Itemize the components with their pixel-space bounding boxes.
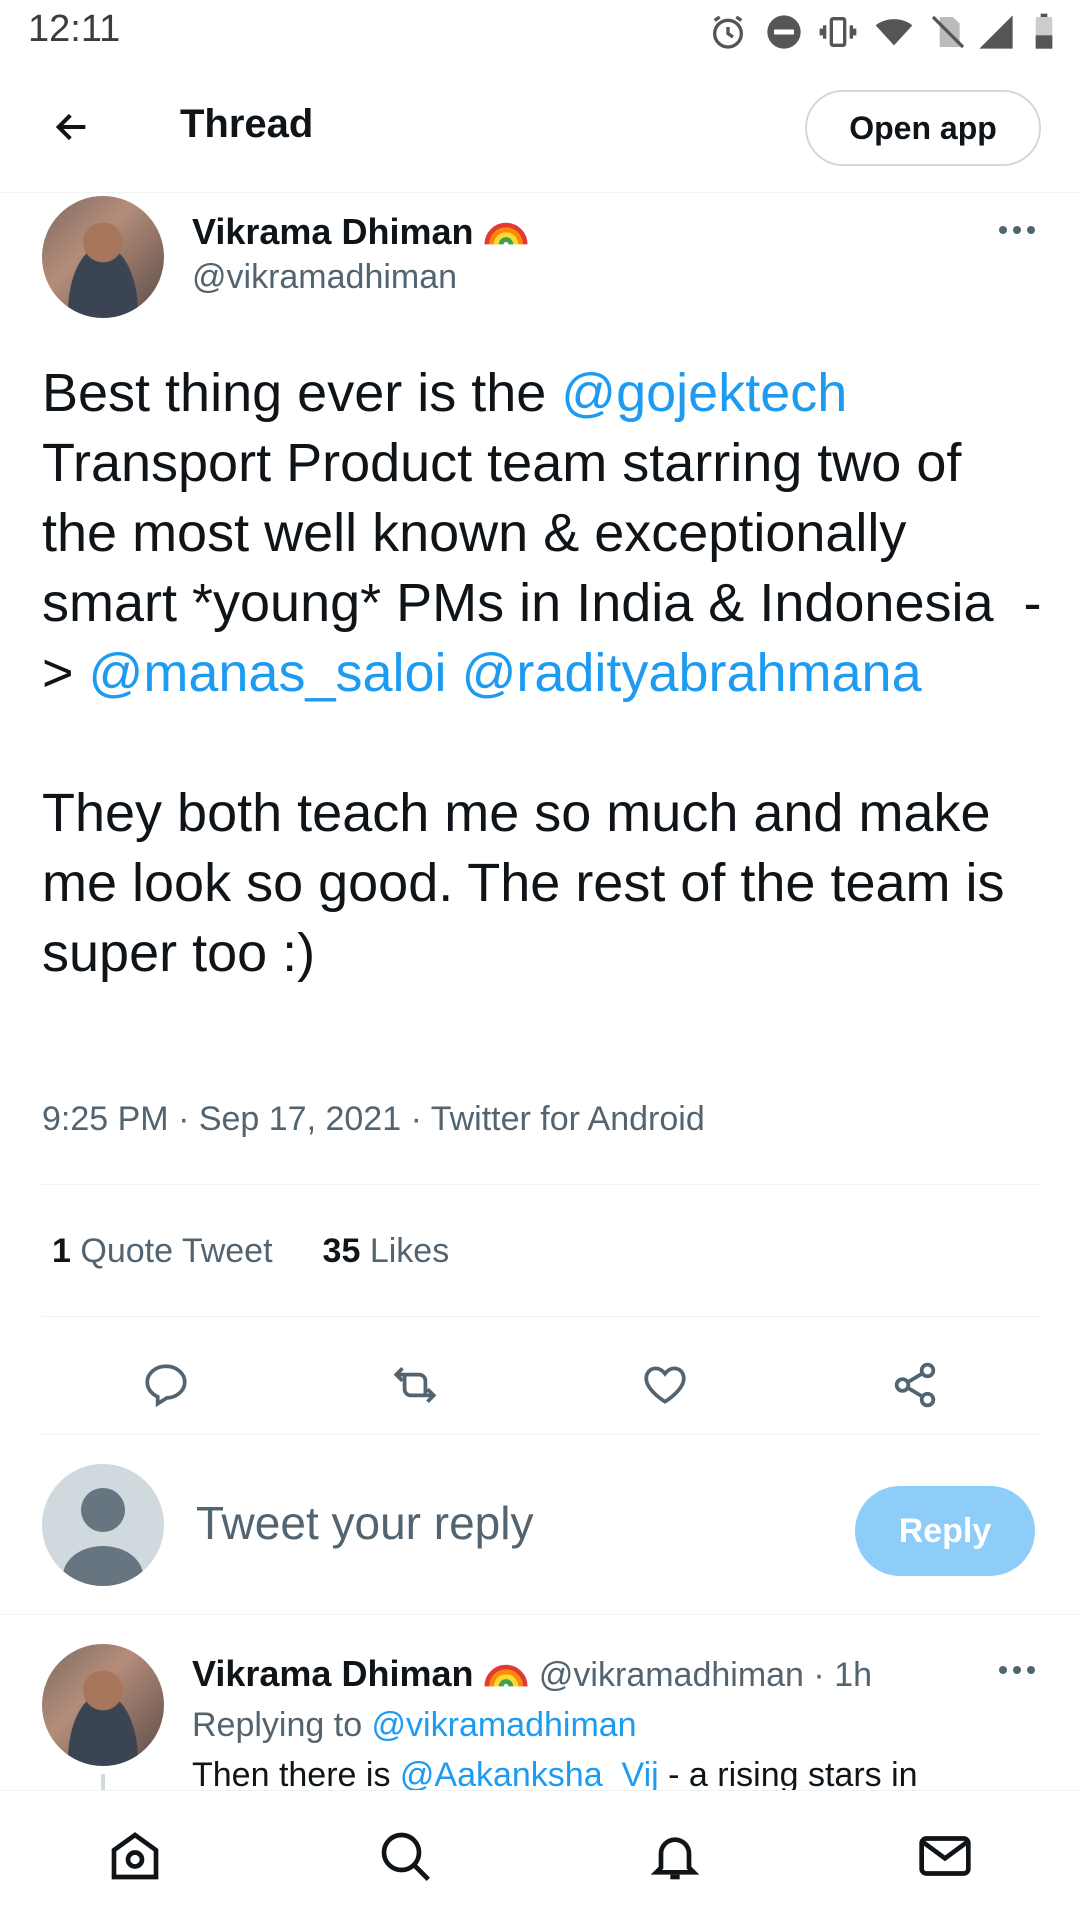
- more-options-button[interactable]: [992, 210, 1042, 250]
- nav-home[interactable]: [100, 1821, 170, 1891]
- battery-icon: [1035, 13, 1053, 49]
- vibrate-icon: [819, 17, 857, 47]
- reply-author-avatar[interactable]: [42, 1644, 164, 1766]
- home-icon: [111, 1832, 159, 1880]
- mention-manas-saloi[interactable]: @manas_saloi: [89, 643, 447, 703]
- divider: [42, 1184, 1040, 1185]
- more-dots-icon: [999, 226, 1035, 234]
- do-not-disturb-icon: [767, 15, 801, 49]
- quote-count: 1: [52, 1232, 71, 1270]
- reply-action-button[interactable]: [131, 1350, 201, 1420]
- tweet-meta: 9:25 PM · Sep 17, 2021 · Twitter for And…: [42, 1100, 705, 1138]
- quote-label: Quote Tweet: [80, 1232, 273, 1270]
- mention-radityabrahmana[interactable]: @radityabrahmana: [462, 643, 922, 703]
- thread-header: Thread Open app: [0, 62, 1080, 193]
- reply-input[interactable]: Tweet your reply: [196, 1496, 533, 1550]
- divider: [0, 1614, 1080, 1615]
- reply-author-name[interactable]: Vikrama Dhiman: [192, 1653, 473, 1694]
- likes-stat[interactable]: 35 Likes: [323, 1232, 450, 1271]
- divider: [42, 1434, 1040, 1435]
- status-bar: 12:11: [0, 0, 1080, 62]
- retweet-icon: [393, 1367, 437, 1403]
- wifi-icon: [875, 19, 913, 46]
- nav-search[interactable]: [370, 1821, 440, 1891]
- status-time: 12:11: [28, 8, 121, 50]
- replying-prefix: Replying to: [192, 1706, 372, 1744]
- search-icon: [381, 1832, 430, 1881]
- signal-icon: [979, 15, 1013, 49]
- reply-text-rest: - a rising stars in: [658, 1756, 918, 1792]
- page-title: Thread: [180, 102, 314, 146]
- reply-tweet-header: Vikrama Dhiman @vikramadhiman · 1h: [192, 1650, 872, 1695]
- tweet-text-part: They both teach me so much and make me l…: [42, 783, 1005, 983]
- author-name-row[interactable]: Vikrama Dhiman: [192, 208, 529, 253]
- back-button[interactable]: [40, 97, 104, 157]
- nav-messages[interactable]: [910, 1821, 980, 1891]
- mail-icon: [919, 1836, 971, 1876]
- reply-tweet-text: Then there is @Aakanksha_Vij - a rising …: [192, 1756, 1052, 1792]
- bottom-nav: [0, 1790, 1080, 1921]
- default-user-icon: [63, 1488, 143, 1586]
- author-handle[interactable]: @vikramadhiman: [192, 258, 457, 297]
- quote-tweets-stat[interactable]: 1 Quote Tweet: [52, 1232, 273, 1271]
- comment-icon: [145, 1364, 187, 1408]
- more-dots-icon: [999, 1666, 1035, 1674]
- replying-to: Replying to @vikramadhiman: [192, 1706, 637, 1745]
- reply-author-handle[interactable]: @vikramadhiman: [539, 1656, 804, 1694]
- reply-time: · 1h: [813, 1656, 873, 1694]
- rainbow-icon: [484, 1664, 529, 1687]
- author-name[interactable]: Vikrama Dhiman: [192, 211, 473, 252]
- heart-icon: [644, 1366, 686, 1404]
- tweet-stats: 1 Quote Tweet 35 Likes: [52, 1232, 449, 1271]
- like-action-button[interactable]: [630, 1350, 700, 1420]
- bell-icon: [650, 1837, 700, 1880]
- reply-text-prefix: Then there is: [192, 1756, 400, 1792]
- divider: [42, 1316, 1040, 1317]
- replying-handle-link[interactable]: @vikramadhiman: [372, 1706, 637, 1744]
- alarm-icon: [713, 15, 743, 49]
- likes-count: 35: [322, 1232, 361, 1270]
- open-app-button[interactable]: Open app: [805, 90, 1041, 166]
- reply-button[interactable]: Reply: [855, 1486, 1035, 1576]
- mention-gojektech[interactable]: @gojektech: [561, 363, 847, 423]
- mention-aakanksha-vij[interactable]: @Aakanksha_Vij: [400, 1756, 659, 1792]
- no-sim-icon: [931, 15, 965, 49]
- tweet-text: Best thing ever is the @gojektech Transp…: [42, 358, 1042, 988]
- nav-notifications[interactable]: [640, 1821, 710, 1891]
- share-icon: [894, 1362, 936, 1408]
- rainbow-icon: [484, 222, 529, 245]
- arrow-left-icon: [55, 113, 86, 141]
- user-avatar-placeholder: [42, 1464, 164, 1586]
- share-action-button[interactable]: [880, 1350, 950, 1420]
- likes-label: Likes: [369, 1232, 450, 1270]
- retweet-action-button[interactable]: [380, 1350, 450, 1420]
- tweet-text-part: Best thing ever is the: [42, 363, 562, 423]
- reply-more-options-button[interactable]: [992, 1650, 1042, 1690]
- author-avatar[interactable]: [42, 196, 164, 318]
